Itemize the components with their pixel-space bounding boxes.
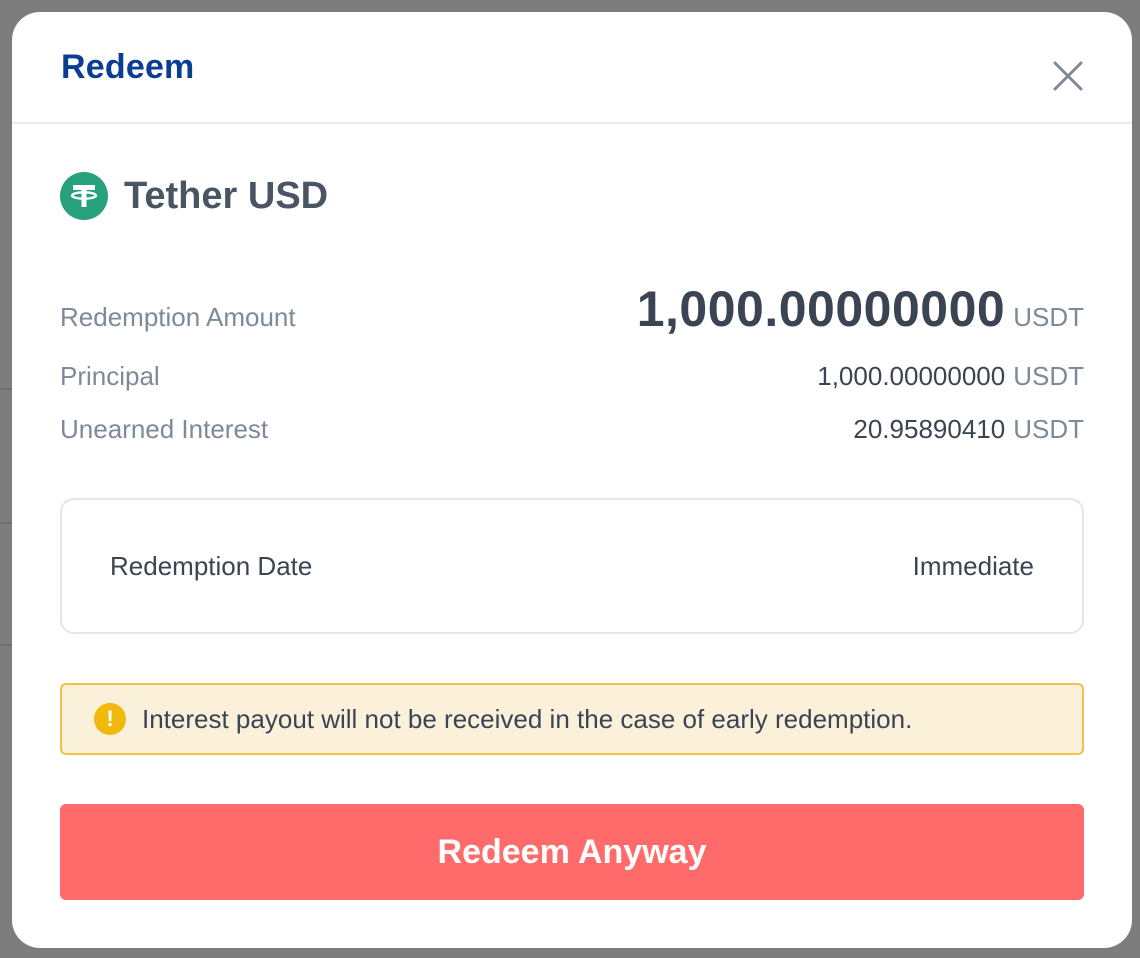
principal-value: 1,000.00000000 bbox=[817, 361, 1006, 391]
modal-title: Redeem bbox=[61, 48, 195, 86]
close-icon bbox=[1053, 61, 1083, 91]
background-divider bbox=[0, 522, 12, 524]
unearned-interest-value-group: 20.95890410 USDT bbox=[853, 414, 1084, 445]
unearned-interest-row: Unearned Interest 20.95890410 USDT bbox=[60, 414, 1084, 445]
asset-header: Tether USD bbox=[60, 172, 328, 220]
principal-value-group: 1,000.00000000 USDT bbox=[817, 361, 1084, 392]
unearned-interest-label: Unearned Interest bbox=[60, 414, 269, 444]
redemption-amount-label: Redemption Amount bbox=[60, 302, 296, 332]
background-divider bbox=[0, 644, 12, 646]
redemption-date-value: Immediate bbox=[912, 550, 1034, 581]
principal-label: Principal bbox=[60, 361, 160, 391]
redemption-amount-value: 1,000.00000000 bbox=[636, 281, 1006, 337]
redemption-date-label: Redemption Date bbox=[110, 550, 313, 581]
background-divider bbox=[0, 388, 12, 390]
redemption-amount-value-group: 1,000.00000000 USDT bbox=[637, 280, 1084, 338]
early-redemption-warning: ! Interest payout will not be received i… bbox=[60, 683, 1084, 755]
redeem-modal: Redeem Tether USD Redemption Amount 1,00… bbox=[12, 12, 1132, 948]
warning-text: Interest payout will not be received in … bbox=[142, 703, 913, 734]
unearned-interest-value: 20.95890410 bbox=[853, 414, 1006, 444]
unearned-interest-unit: USDT bbox=[1013, 414, 1084, 444]
exclamation-icon: ! bbox=[94, 703, 126, 735]
tether-icon bbox=[60, 172, 108, 220]
principal-unit: USDT bbox=[1013, 361, 1084, 391]
redemption-amount-unit: USDT bbox=[1013, 302, 1084, 332]
close-button[interactable] bbox=[1048, 56, 1088, 96]
modal-header: Redeem bbox=[12, 12, 1132, 124]
redemption-date-box: Redemption Date Immediate bbox=[60, 498, 1084, 634]
principal-row: Principal 1,000.00000000 USDT bbox=[60, 361, 1084, 392]
redeem-anyway-button[interactable]: Redeem Anyway bbox=[60, 804, 1084, 900]
asset-name: Tether USD bbox=[124, 174, 329, 217]
redemption-amount-row: Redemption Amount 1,000.00000000 USDT bbox=[60, 280, 1084, 338]
